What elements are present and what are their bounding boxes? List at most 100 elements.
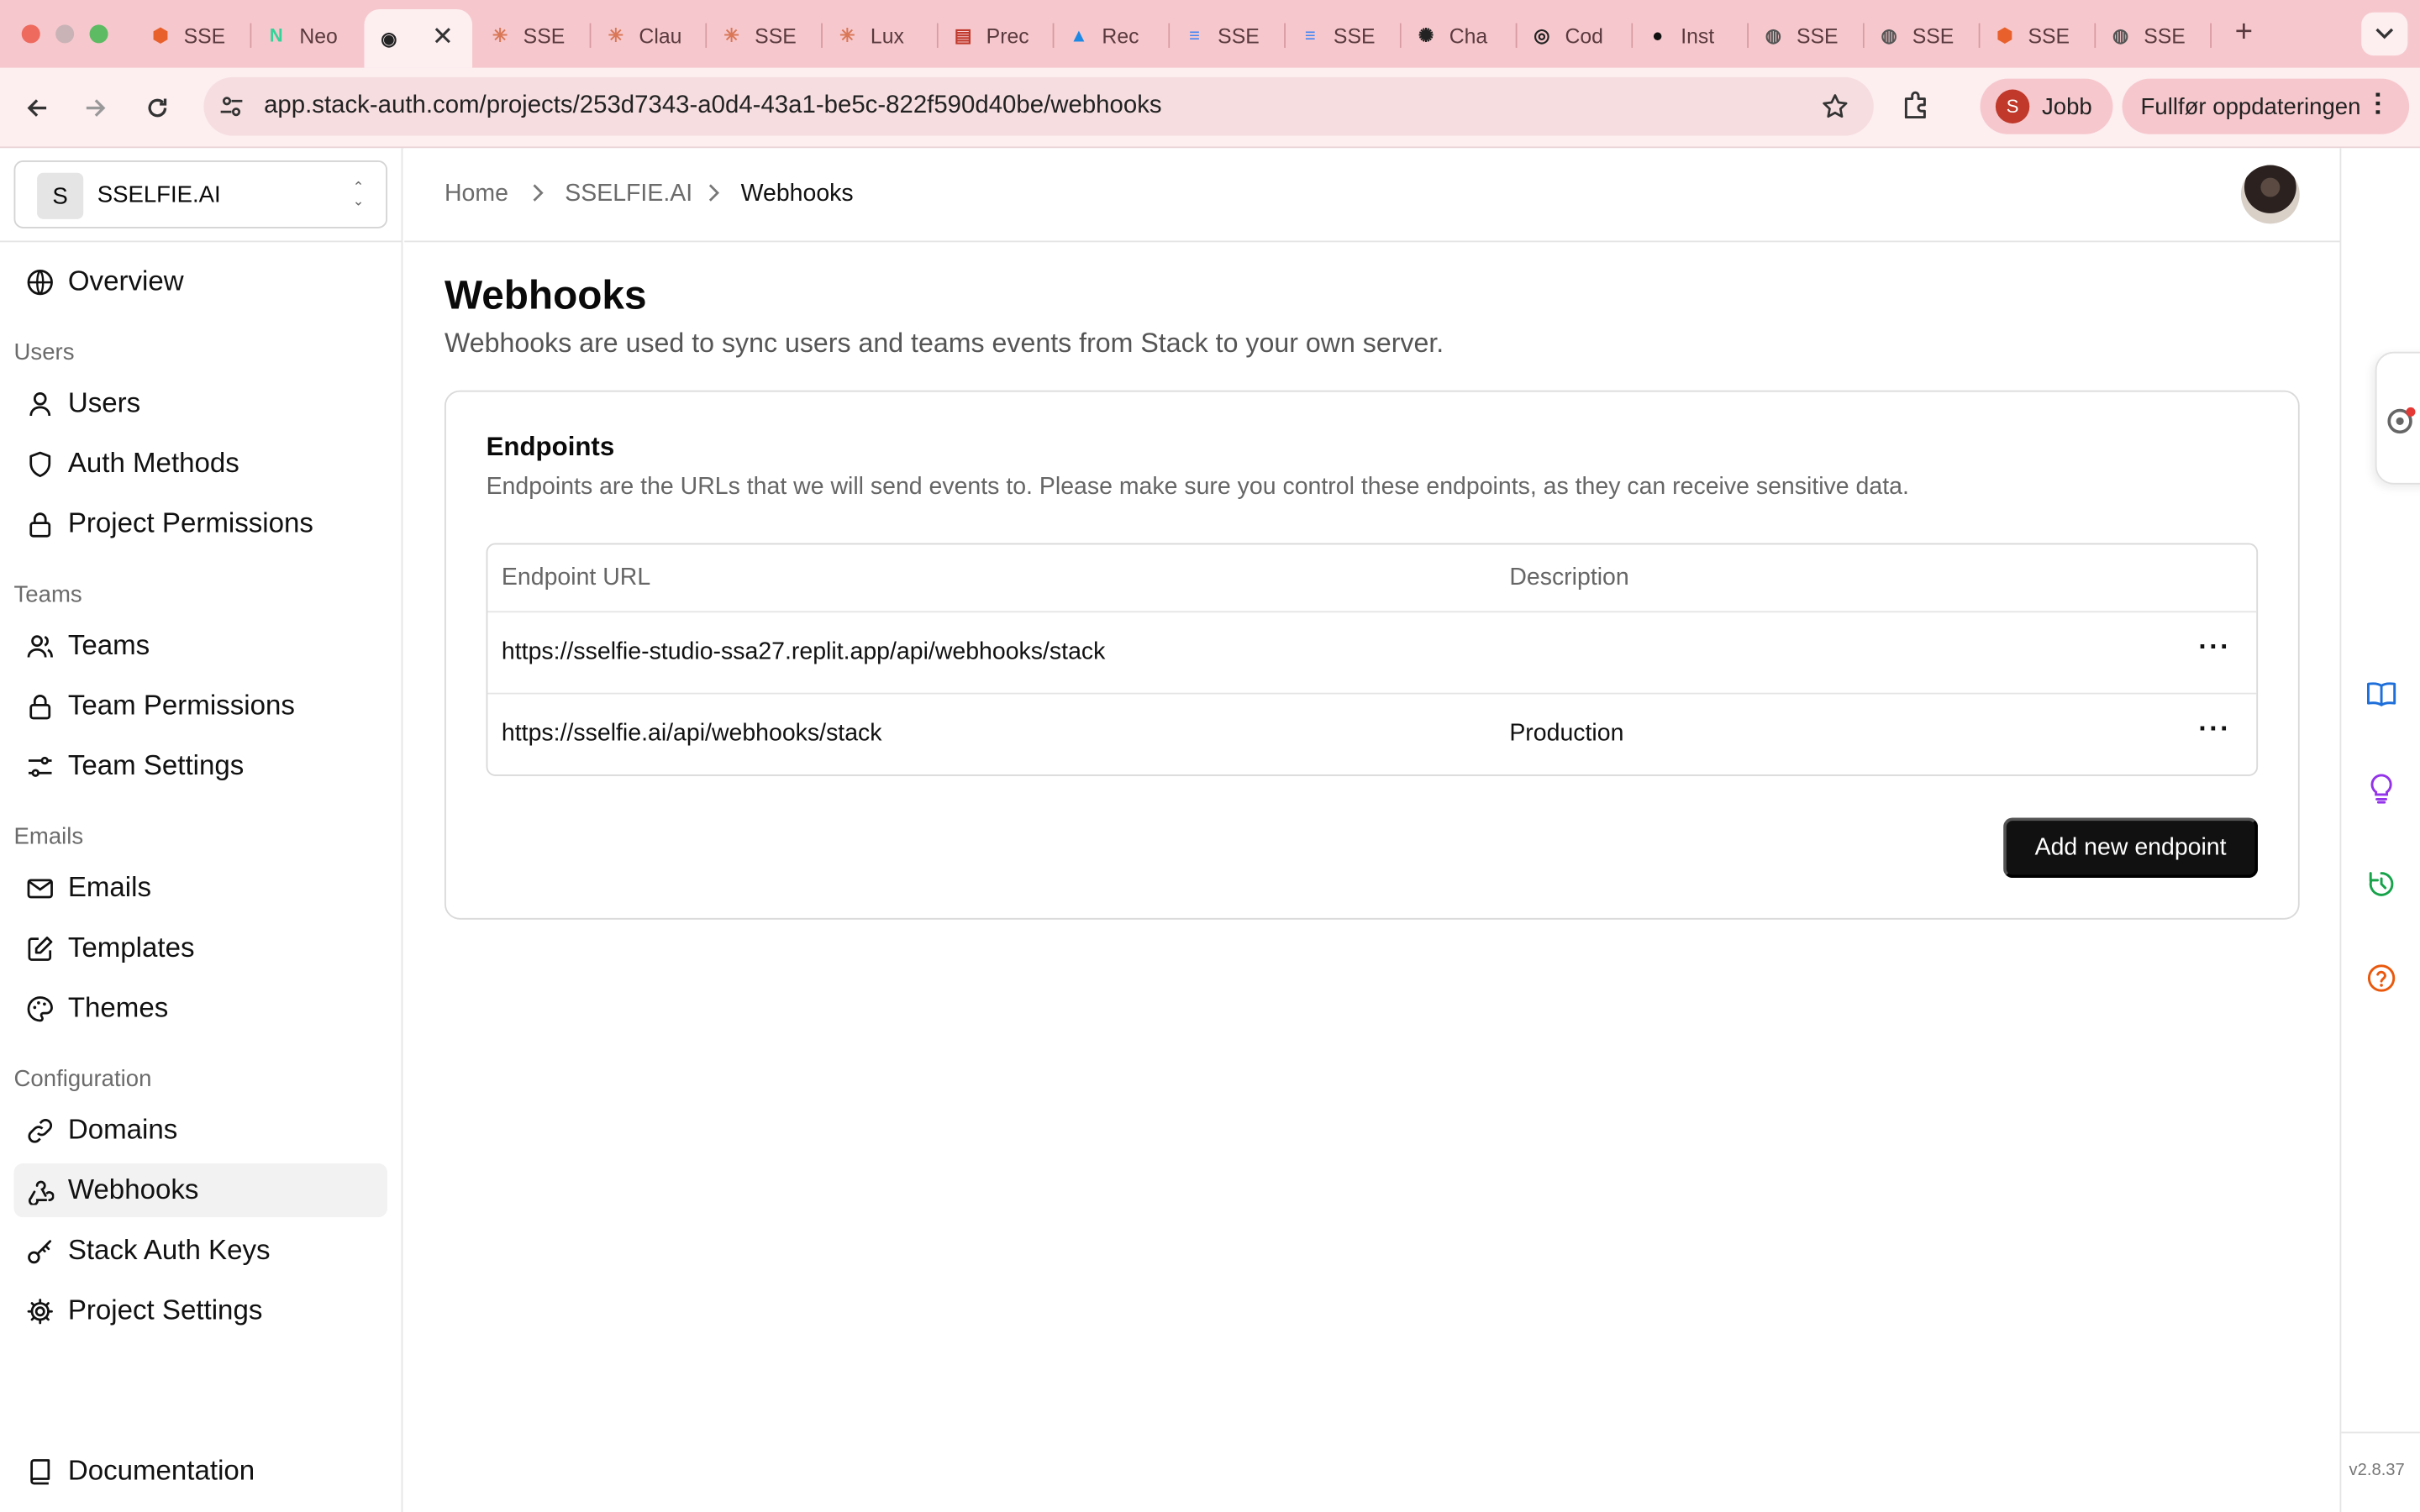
browser-tab[interactable]: ✳ SSE <box>707 13 823 59</box>
sidebar-item-webhooks[interactable]: Webhooks <box>13 1163 388 1218</box>
browser-tab[interactable]: ◍ SSE <box>2096 13 2212 59</box>
sidebar-item-domains[interactable]: Domains <box>14 1103 387 1157</box>
endpoints-description: Endpoints are the URLs that we will send… <box>486 473 1909 501</box>
breadcrumb-home[interactable]: Home <box>445 181 508 208</box>
stack-icon: ⬢ <box>1996 24 2013 47</box>
browser-tab-title: SSE <box>2028 24 2070 48</box>
profile-button[interactable]: S Jobb <box>1980 78 2113 134</box>
browser-tab[interactable]: ✳ SSE <box>476 13 592 59</box>
browser-tab[interactable]: N Neo <box>251 13 368 59</box>
chevron-up-down-icon: ⌃ ⌄ <box>352 179 365 208</box>
link-icon <box>28 1118 52 1142</box>
sidebar-item-emails[interactable]: Emails <box>14 861 387 915</box>
new-tab-button[interactable]: + <box>2235 15 2253 50</box>
sidebar-item-users[interactable]: Users <box>14 376 387 430</box>
browser-tab[interactable]: ≡ SSE <box>1170 13 1286 59</box>
sidebar-item-themes[interactable]: Themes <box>14 981 387 1035</box>
doc-red-icon: ▤ <box>954 24 972 47</box>
browser-tab-title: Inst <box>1681 24 1715 48</box>
sidebar-item-stack-auth-keys[interactable]: Stack Auth Keys <box>14 1224 387 1278</box>
breadcrumb-project[interactable]: SSELFIE.AI <box>565 181 692 208</box>
user-avatar[interactable] <box>2240 165 2300 224</box>
globe-icon: ◍ <box>2112 24 2129 47</box>
site-settings-icon[interactable] <box>219 94 244 127</box>
table-header: Endpoint URL Description <box>487 544 2257 613</box>
claude-icon: ✳ <box>839 24 855 47</box>
browser-tab-title: SSE <box>1912 24 1954 48</box>
sidebar-item-label: Auth Methods <box>67 447 239 479</box>
browser-toolbar: app.stack-auth.com/projects/253d7343-a0d… <box>0 67 2420 149</box>
codex-icon: ◎ <box>1534 24 1550 47</box>
neon-icon: N <box>269 24 283 47</box>
update-label: Fullfør oppdateringen <box>2140 93 2361 120</box>
forward-button[interactable] <box>76 88 116 129</box>
book-icon <box>30 1458 50 1484</box>
user-icon <box>29 391 51 416</box>
sidebar-item-team-settings[interactable]: Team Settings <box>14 739 387 793</box>
edit-icon <box>28 936 53 960</box>
lightbulb-icon[interactable] <box>2365 771 2398 805</box>
gear-icon <box>27 1298 53 1324</box>
browser-tab[interactable]: ◍ SSE <box>1865 13 1981 59</box>
arrow-left-icon <box>27 99 47 117</box>
add-endpoint-button[interactable]: Add new endpoint <box>2003 817 2259 879</box>
help-circle-icon[interactable] <box>2365 961 2398 995</box>
page-subtitle: Webhooks are used to sync users and team… <box>444 327 1444 359</box>
kebab-menu-icon[interactable]: ··· <box>2363 91 2392 117</box>
sidebar-item-label: Users <box>67 387 141 418</box>
browser-tab[interactable]: ✳ Lux <box>823 13 939 59</box>
browser-tab[interactable]: ▲ Rec <box>1054 13 1171 59</box>
bookmark-star-icon[interactable] <box>1821 92 1849 128</box>
browser-tab-title: SSE <box>755 24 797 48</box>
browser-tab[interactable]: ✳ Clau <box>591 13 708 59</box>
docs-icon: ≡ <box>1304 24 1316 47</box>
sidebar-item-templates[interactable]: Templates <box>14 921 387 975</box>
browser-tab[interactable]: ▤ Prec <box>939 13 1055 59</box>
tab-search-button[interactable] <box>2361 12 2408 56</box>
endpoints-table: Endpoint URL Description https://sselfie… <box>486 543 2259 776</box>
browser-tab[interactable]: ≡ SSE <box>1286 13 1402 59</box>
row-actions-ellipsis-icon[interactable]: ··· <box>2195 633 2235 671</box>
lock-icon <box>29 694 51 719</box>
right-rail <box>2339 148 2420 1512</box>
sidebar-item-project-settings[interactable]: Project Settings <box>14 1284 387 1337</box>
close-tab-icon[interactable]: ✕ <box>432 22 454 53</box>
browser-tab-title: SSE <box>2144 24 2186 48</box>
endpoints-card: Endpoints Endpoints are the URLs that we… <box>444 390 2300 920</box>
browser-tab[interactable]: ⬢ SSE <box>1981 13 2096 59</box>
browser-tab[interactable]: ✺ Cha <box>1402 13 1518 59</box>
docs-icon: ≡ <box>1189 24 1201 47</box>
update-button[interactable]: Fullfør oppdateringen ··· <box>2122 78 2410 134</box>
browser-tab[interactable]: ◍ SSE <box>1749 13 1865 59</box>
webhook-icon <box>28 1179 55 1205</box>
section-teams: Teams <box>13 581 82 608</box>
browser-tab[interactable]: ● Inst <box>1633 13 1749 59</box>
page-title: Webhooks <box>444 271 647 318</box>
claude-icon: ✳ <box>492 24 508 47</box>
book-open-icon[interactable] <box>2365 677 2398 711</box>
project-selector[interactable]: S SSELFIE.AI ⌃ ⌄ <box>13 160 388 228</box>
row-actions-ellipsis-icon[interactable]: ··· <box>2195 714 2235 753</box>
key-icon <box>28 1239 52 1263</box>
history-icon[interactable] <box>2365 867 2398 900</box>
sidebar-item-team-permissions[interactable]: Team Permissions <box>14 679 387 732</box>
window-close-button[interactable] <box>21 24 40 44</box>
arrow-right-icon <box>86 99 106 117</box>
sidebar-item-auth-methods[interactable]: Auth Methods <box>14 437 387 491</box>
back-button[interactable] <box>17 88 57 129</box>
browser-tab-title: SSE <box>1333 24 1376 48</box>
window-zoom-button[interactable] <box>89 24 108 44</box>
sidebar-item-documentation[interactable]: Documentation <box>14 1444 387 1498</box>
sidebar-item-project-permissions[interactable]: Project Permissions <box>14 496 387 550</box>
browser-tab[interactable]: ⬢ SSE <box>136 13 252 59</box>
reload-button[interactable] <box>137 88 177 129</box>
browser-tab[interactable]: ◉ ✕ <box>364 9 473 68</box>
browser-tab[interactable]: ◎ Cod <box>1518 13 1634 59</box>
extensions-puzzle-icon[interactable] <box>1900 88 1933 130</box>
sidebar-item-overview[interactable]: Overview <box>14 255 387 308</box>
address-bar[interactable]: app.stack-auth.com/projects/253d7343-a0d… <box>203 76 1874 136</box>
column-header-description: Description <box>1509 564 1629 591</box>
sidebar-item-teams[interactable]: Teams <box>14 619 387 673</box>
window-minimize-button[interactable] <box>55 24 75 44</box>
assistant-tab[interactable] <box>2375 351 2420 485</box>
